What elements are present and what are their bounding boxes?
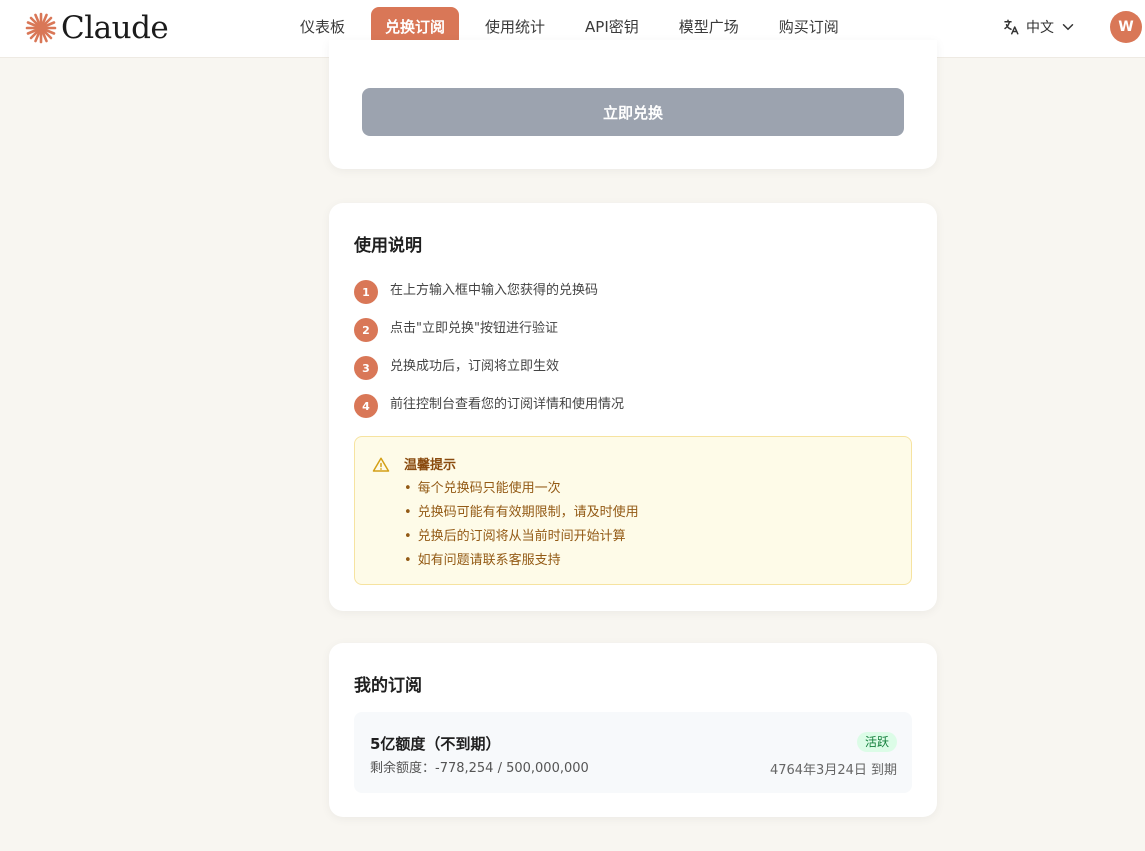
tip-item: 如有问题请联系客服支持 bbox=[404, 549, 639, 573]
language-switcher[interactable]: 中文 bbox=[1002, 17, 1077, 37]
guide-step: 2 点击"立即兑换"按钮进行验证 bbox=[354, 311, 624, 349]
brand-name: Claude bbox=[61, 10, 169, 46]
warning-icon bbox=[372, 457, 390, 472]
subscriptions-title: 我的订阅 bbox=[354, 676, 422, 696]
step-number: 2 bbox=[354, 318, 378, 342]
subscription-expiry: 4764年3月24日 到期 bbox=[769, 763, 897, 778]
user-avatar[interactable]: W bbox=[1110, 11, 1142, 43]
tip-item: 兑换后的订阅将从当前时间开始计算 bbox=[404, 525, 639, 549]
translate-icon bbox=[1004, 19, 1019, 35]
step-text: 点击"立即兑换"按钮进行验证 bbox=[390, 320, 558, 336]
chevron-down-icon bbox=[1062, 24, 1074, 31]
tips-list: 每个兑换码只能使用一次 兑换码可能有有效期限制，请及时使用 兑换后的订阅将从当前… bbox=[404, 477, 639, 573]
step-text: 兑换成功后，订阅将立即生效 bbox=[390, 358, 560, 374]
tips-box: 温馨提示 每个兑换码只能使用一次 兑换码可能有有效期限制，请及时使用 兑换后的订… bbox=[354, 436, 912, 585]
tip-item: 兑换码可能有有效期限制，请及时使用 bbox=[404, 501, 639, 525]
subscription-name: 5亿额度（不到期） bbox=[370, 735, 501, 753]
step-number: 3 bbox=[354, 356, 378, 380]
usage-guide-card: 使用说明 1 在上方输入框中输入您获得的兑换码 2 点击"立即兑换"按钮进行验证… bbox=[329, 203, 937, 611]
guide-step: 3 兑换成功后，订阅将立即生效 bbox=[354, 349, 624, 387]
subscription-remaining-quota: 剩余额度：-778,254 / 500,000,000 bbox=[370, 761, 589, 776]
step-number: 1 bbox=[354, 280, 378, 304]
guide-step: 4 前往控制台查看您的订阅详情和使用情况 bbox=[354, 387, 624, 425]
redeem-card: 立即兑换 bbox=[329, 40, 937, 169]
step-number: 4 bbox=[354, 394, 378, 418]
step-text: 前往控制台查看您的订阅详情和使用情况 bbox=[390, 396, 625, 412]
tips-title: 温馨提示 bbox=[404, 458, 457, 473]
subscription-item[interactable]: 5亿额度（不到期） 剩余额度：-778,254 / 500,000,000 活跃… bbox=[354, 712, 912, 793]
guide-steps: 1 在上方输入框中输入您获得的兑换码 2 点击"立即兑换"按钮进行验证 3 兑换… bbox=[354, 273, 624, 425]
brand-logo[interactable]: Claude bbox=[25, 9, 169, 47]
guide-title: 使用说明 bbox=[354, 236, 422, 256]
step-text: 在上方输入框中输入您获得的兑换码 bbox=[390, 282, 599, 298]
my-subscriptions-card: 我的订阅 5亿额度（不到期） 剩余额度：-778,254 / 500,000,0… bbox=[329, 643, 937, 817]
redeem-now-button[interactable]: 立即兑换 bbox=[362, 88, 904, 136]
claude-spark-icon bbox=[25, 12, 57, 44]
language-label: 中文 bbox=[1026, 20, 1054, 36]
status-badge: 活跃 bbox=[856, 732, 897, 752]
guide-step: 1 在上方输入框中输入您获得的兑换码 bbox=[354, 273, 624, 311]
tip-item: 每个兑换码只能使用一次 bbox=[404, 477, 639, 501]
